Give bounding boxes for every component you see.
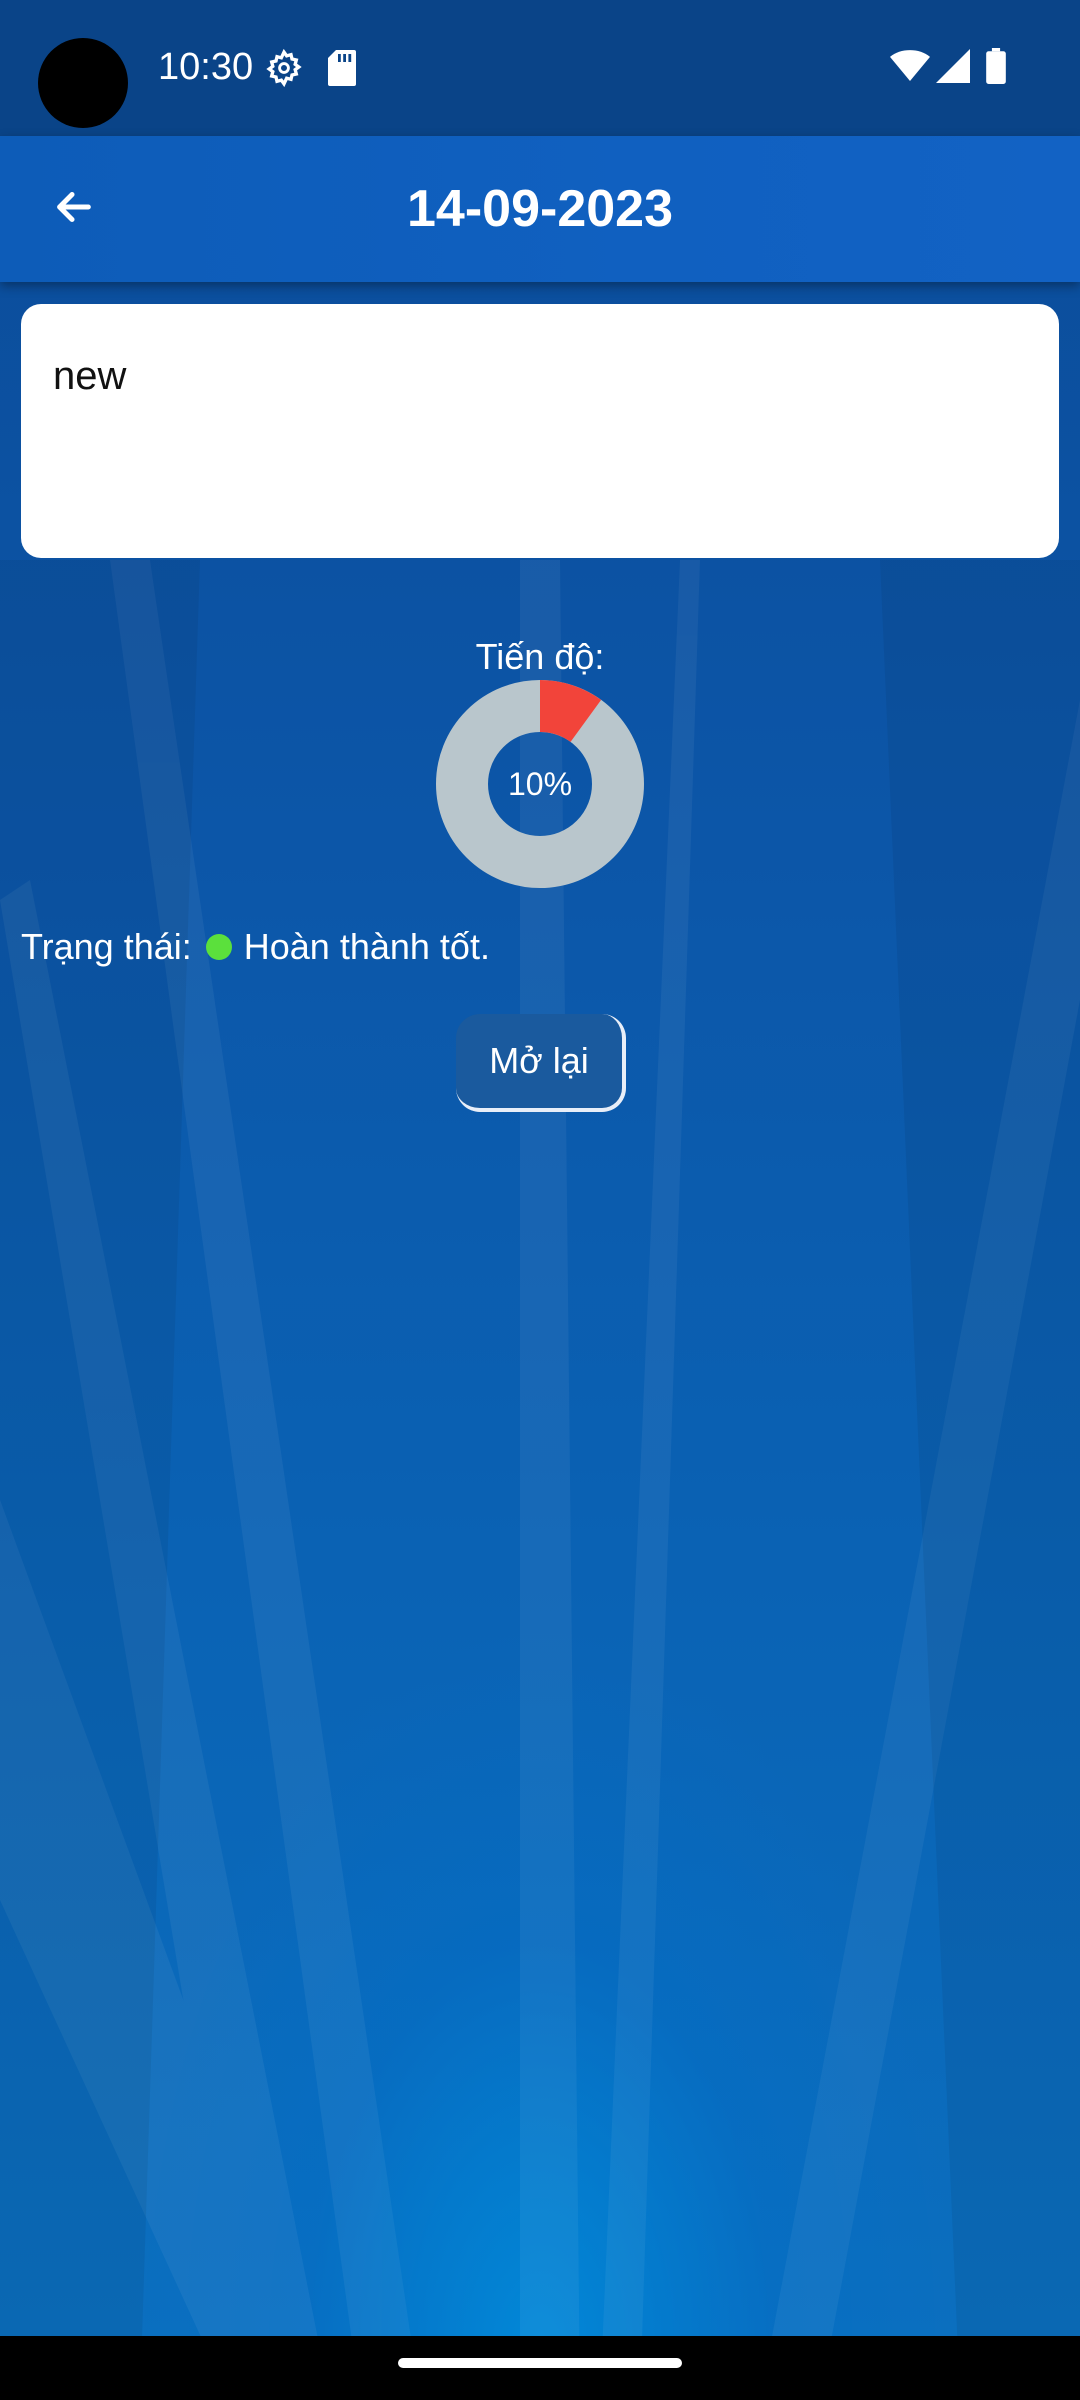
status-time: 10:30 bbox=[158, 46, 254, 88]
front-camera-cutout bbox=[38, 38, 128, 128]
status-bar: 10:30 bbox=[0, 0, 1080, 136]
wifi-icon bbox=[890, 48, 930, 89]
note-card: new bbox=[21, 304, 1059, 558]
system-navigation-bar bbox=[0, 2336, 1080, 2400]
note-text: new bbox=[53, 354, 127, 398]
status-value: Hoàn thành tốt. bbox=[243, 926, 490, 967]
page-title: 14-09-2023 bbox=[407, 180, 673, 238]
progress-percent: 10% bbox=[507, 765, 573, 802]
home-gesture-handle[interactable] bbox=[398, 2358, 682, 2368]
sd-card-icon bbox=[326, 48, 358, 93]
cell-signal-icon bbox=[936, 48, 970, 89]
app-bar: 14-09-2023 bbox=[0, 136, 1080, 282]
back-button[interactable] bbox=[30, 174, 116, 244]
status-indicator-dot bbox=[205, 934, 232, 960]
reopen-button[interactable]: Mở lại bbox=[456, 1014, 626, 1112]
status-label: Trạng thái: bbox=[21, 926, 192, 967]
battery-icon bbox=[986, 48, 1006, 89]
arrow-left-icon bbox=[50, 184, 96, 235]
status-row: Trạng thái: Hoàn thành tốt. bbox=[21, 922, 490, 972]
settings-gear-icon bbox=[264, 48, 304, 93]
progress-label: Tiến độ: bbox=[475, 636, 605, 677]
